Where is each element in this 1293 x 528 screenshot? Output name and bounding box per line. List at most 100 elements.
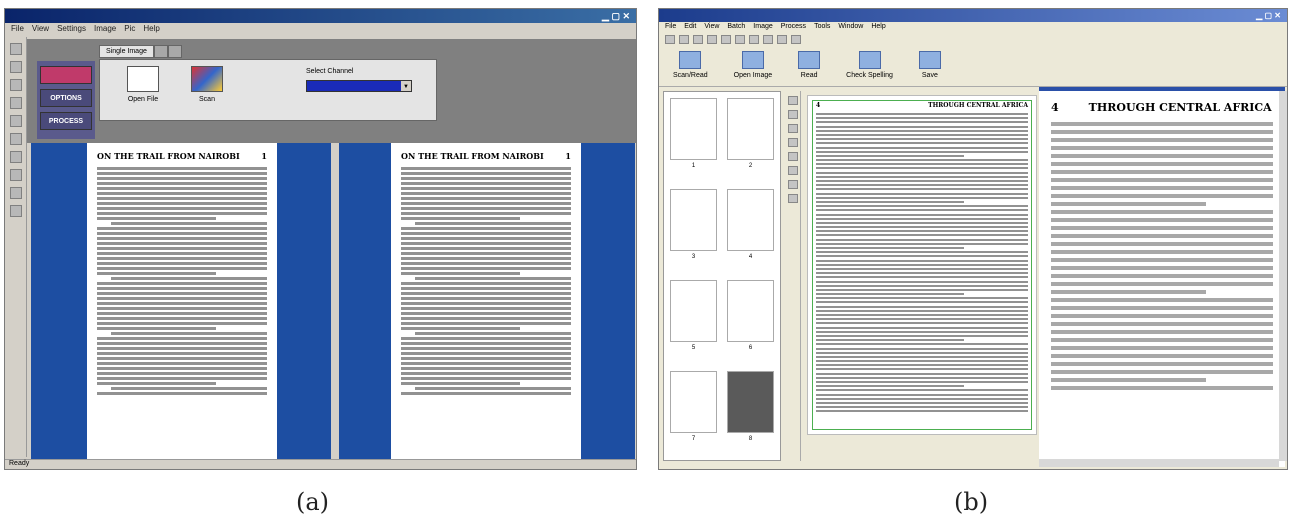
thumbnail[interactable]: 7 [670,371,717,442]
save-icon[interactable] [693,35,703,44]
picture-area-icon[interactable] [787,124,798,133]
menu-help[interactable]: Help [871,23,885,32]
redo-icon[interactable] [735,35,745,44]
caption-a: (a) [296,488,330,516]
text-line [401,392,571,395]
zoom-icon[interactable] [749,35,759,44]
tool-icon[interactable] [9,151,22,163]
options-button[interactable]: OPTIONS [40,89,92,107]
tool-icon[interactable] [9,61,22,73]
text-line [97,217,216,220]
tab-single-image[interactable]: Single Image [99,45,154,58]
text-line [816,372,1028,375]
menu-image[interactable]: Image [753,23,772,32]
tab-3[interactable] [167,45,182,58]
menu-pic[interactable]: Pic [124,24,135,34]
menu-help[interactable]: Help [143,24,159,34]
chevron-down-icon[interactable]: ▼ [401,81,411,91]
menu-settings[interactable]: Settings [57,24,86,34]
text-line [1051,386,1273,390]
text-editor-page[interactable]: 4 THROUGH CENTRAL AFRICA [1039,87,1285,467]
thumbnail[interactable]: 5 [670,280,717,351]
open-icon[interactable] [679,35,689,44]
tool-icon[interactable] [9,79,22,91]
open-file-tool[interactable]: Open File [118,66,168,103]
tool-icon[interactable] [9,169,22,181]
text-line [110,387,267,390]
text-line [1051,146,1273,150]
text-line [816,381,1028,383]
color-label: Select Channel [306,68,354,75]
read-button[interactable]: Read [798,51,821,82]
check-spelling-button[interactable]: Check Spelling [846,51,893,82]
menu-window[interactable]: Window [838,23,863,32]
rotate-icon[interactable] [787,180,798,189]
window-controls[interactable]: ▁ ▢ ✕ [602,11,630,21]
text-line [816,192,1028,195]
tool-icon[interactable] [9,187,22,199]
menu-process[interactable]: Process [781,23,806,32]
text-line [816,247,965,249]
select-icon[interactable] [787,96,798,105]
zoom-out-icon[interactable] [787,166,798,175]
thumbnail[interactable]: 4 [727,189,774,260]
italic-icon[interactable] [791,35,801,44]
text-area-icon[interactable] [787,110,798,119]
tool-icon[interactable] [9,205,22,217]
text-line [401,182,571,185]
menu-view[interactable]: View [704,23,719,32]
tool-icon[interactable] [9,133,22,145]
thumbnail[interactable]: 6 [727,280,774,351]
thumbnail[interactable]: 1 [670,98,717,169]
scan-read-button[interactable]: Scan/Read [673,51,708,82]
text-line [816,230,1028,233]
font-icon[interactable] [763,35,773,44]
page-number: 4 [1051,101,1059,114]
thumbnail[interactable]: 2 [727,98,774,169]
menu-batch[interactable]: Batch [727,23,745,32]
tool-icon[interactable] [9,115,22,127]
process-button[interactable]: PROCESS [40,112,92,130]
left-toolbar [5,37,27,457]
color-select[interactable]: ▼ [306,80,412,92]
thumbnail-image[interactable]: 8 [727,371,774,442]
text-line [1051,378,1207,382]
text-line [1051,250,1273,254]
vertical-scrollbar[interactable] [1279,91,1287,461]
new-icon[interactable] [665,35,675,44]
text-line [97,272,216,275]
tool-icon[interactable] [9,97,22,109]
text-line [816,406,1028,409]
menu-view[interactable]: View [32,24,49,34]
bold-icon[interactable] [777,35,787,44]
thumbnail[interactable]: 3 [670,189,717,260]
tool-icon[interactable] [9,43,22,55]
text-line [401,207,571,210]
save-button[interactable]: Save [918,51,941,82]
table-area-icon[interactable] [787,138,798,147]
text-line [816,267,1028,270]
menu-image[interactable]: Image [94,24,116,34]
menu-edit[interactable]: Edit [684,23,696,32]
menu-file[interactable]: File [665,23,676,32]
print-icon[interactable] [707,35,717,44]
text-line [816,284,1028,287]
text-line [97,242,267,245]
text-line [110,277,267,280]
text-line [1051,218,1273,222]
open-image-button[interactable]: Open Image [734,51,772,82]
text-line [97,377,267,380]
scan-tool[interactable]: Scan [182,66,232,103]
window-controls[interactable]: ▁ ▢ ✕ [1256,11,1281,20]
menu-file[interactable]: File [11,24,24,34]
undo-icon[interactable] [721,35,731,44]
tab-2[interactable] [153,45,168,58]
horizontal-scrollbar[interactable] [1039,459,1279,467]
text-line [401,322,571,325]
menu-tools[interactable]: Tools [814,23,830,32]
crop-icon[interactable] [787,194,798,203]
zoom-in-icon[interactable] [787,152,798,161]
text-line [1051,298,1273,302]
ocr-app-window-a: ▁ ▢ ✕ File View Settings Image Pic Help … [4,8,637,470]
mode-button-1[interactable] [40,66,92,84]
